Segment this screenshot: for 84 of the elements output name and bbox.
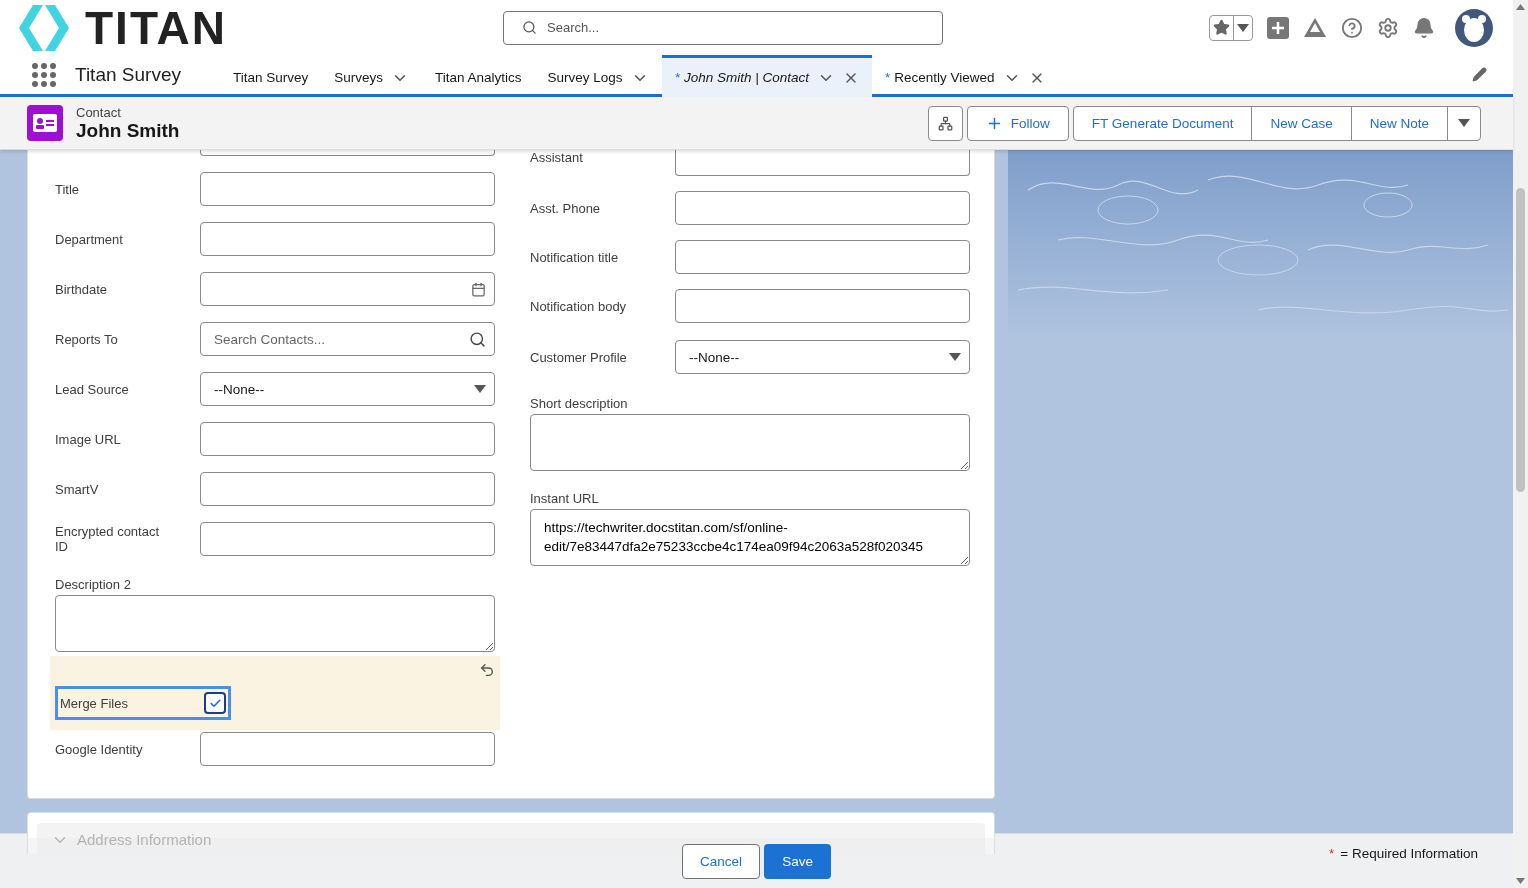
required-legend: = Required Information <box>1340 846 1478 861</box>
cancel-button[interactable]: Cancel <box>682 843 761 879</box>
app-launcher-icon[interactable] <box>31 61 57 88</box>
field-label: Assistant <box>530 150 584 165</box>
action-button[interactable]: New Note <box>1350 105 1448 141</box>
input-field[interactable] <box>200 172 495 206</box>
input-field[interactable] <box>675 240 970 274</box>
logo-icon <box>19 4 69 51</box>
field-label: Short description <box>530 396 629 411</box>
field-label: Birthdate <box>55 281 109 297</box>
field-label: Instant URL <box>530 491 600 506</box>
search-icon <box>469 330 486 348</box>
contact-icon <box>27 105 63 141</box>
record-name: John Smith <box>76 119 180 142</box>
hierarchy-button[interactable] <box>927 105 963 141</box>
settings-icon[interactable] <box>1377 16 1399 39</box>
caret-icon <box>474 385 486 393</box>
input-field[interactable] <box>200 732 495 766</box>
caret-icon <box>1237 23 1249 32</box>
input-field[interactable] <box>200 422 495 456</box>
app-name: Titan Survey <box>75 63 181 86</box>
field-label: Department <box>55 231 124 247</box>
action-button[interactable]: FT Generate Document <box>1072 105 1253 141</box>
star-icon <box>1213 19 1230 36</box>
lookup-field[interactable]: Search Contacts... <box>200 322 495 356</box>
field-label: Description 2 <box>55 577 132 592</box>
required-marker: * <box>1329 846 1335 861</box>
plus-icon[interactable] <box>1267 16 1289 39</box>
edit-icon[interactable] <box>1472 67 1487 82</box>
bell-icon[interactable] <box>1413 16 1435 39</box>
caret-icon <box>1458 119 1470 127</box>
favorites-button[interactable] <box>1209 14 1253 41</box>
field-label: Notification body <box>530 298 628 314</box>
follow-button[interactable]: Follow <box>966 105 1069 141</box>
field-label: Notification title <box>530 249 620 265</box>
input-field[interactable] <box>200 472 495 506</box>
field-label: SmartV <box>55 481 100 497</box>
hierarchy-icon <box>937 115 953 131</box>
input-field[interactable] <box>675 150 970 176</box>
input-field[interactable] <box>200 522 495 556</box>
field-label: Title <box>55 181 81 197</box>
save-button[interactable]: Save <box>764 843 831 879</box>
text-area[interactable] <box>55 595 495 652</box>
nav-tab[interactable]: Titan Analytics <box>422 55 535 97</box>
record-type: Contact <box>76 104 122 120</box>
field-label: Reports To <box>55 331 119 347</box>
undo-icon[interactable] <box>479 662 495 678</box>
scroll-down-icon[interactable] <box>1516 878 1525 884</box>
field-label: Encrypted contact ID <box>55 524 161 554</box>
calendar-icon[interactable] <box>471 281 486 297</box>
scroll-thumb[interactable] <box>1516 188 1525 492</box>
input-field[interactable] <box>200 150 495 156</box>
scroll-up-icon[interactable] <box>1516 4 1525 10</box>
check-icon <box>208 696 222 710</box>
field-label: Asst. Phone <box>530 200 602 216</box>
select-field[interactable]: --None-- <box>200 372 495 406</box>
field-label: Merge Files <box>60 695 128 711</box>
nav-tab[interactable]: Titan Survey <box>219 55 322 97</box>
field-label: Google Identity <box>55 741 144 757</box>
caret-icon <box>949 353 961 361</box>
date-field[interactable] <box>200 272 495 306</box>
logo-text: TITAN <box>85 4 227 51</box>
nav-tab[interactable]: * Recently Viewed <box>871 55 1058 97</box>
scrollbar[interactable] <box>1513 0 1528 888</box>
avatar[interactable] <box>1455 8 1493 47</box>
nav-tab[interactable]: * John Smith | Contact <box>661 55 872 97</box>
mountain-icon[interactable] <box>1303 16 1327 39</box>
field-label: Image URL <box>55 431 122 447</box>
nav-tab[interactable]: Surveys <box>321 55 422 97</box>
action-button[interactable]: New Case <box>1251 105 1352 141</box>
select-field[interactable]: --None-- <box>675 340 970 374</box>
input-field[interactable] <box>675 191 970 225</box>
search-field[interactable]: Search... <box>503 10 943 45</box>
more-actions-button[interactable] <box>1447 105 1481 141</box>
checkbox[interactable] <box>204 692 226 714</box>
nav-tab[interactable]: Survey Logs <box>534 55 662 97</box>
text-area[interactable] <box>530 414 970 471</box>
input-field[interactable] <box>200 222 495 256</box>
input-field[interactable] <box>675 289 970 323</box>
help-icon[interactable] <box>1341 16 1363 39</box>
field-label: Lead Source <box>55 381 130 397</box>
field-label: Customer Profile <box>530 349 628 365</box>
search-icon <box>522 20 537 35</box>
text-area[interactable]: https://techwriter.docstitan.com/sf/online- edit/7e83447dfa2e75233ccbe4c174ea09f94c2063a528f020345 <box>530 509 970 566</box>
